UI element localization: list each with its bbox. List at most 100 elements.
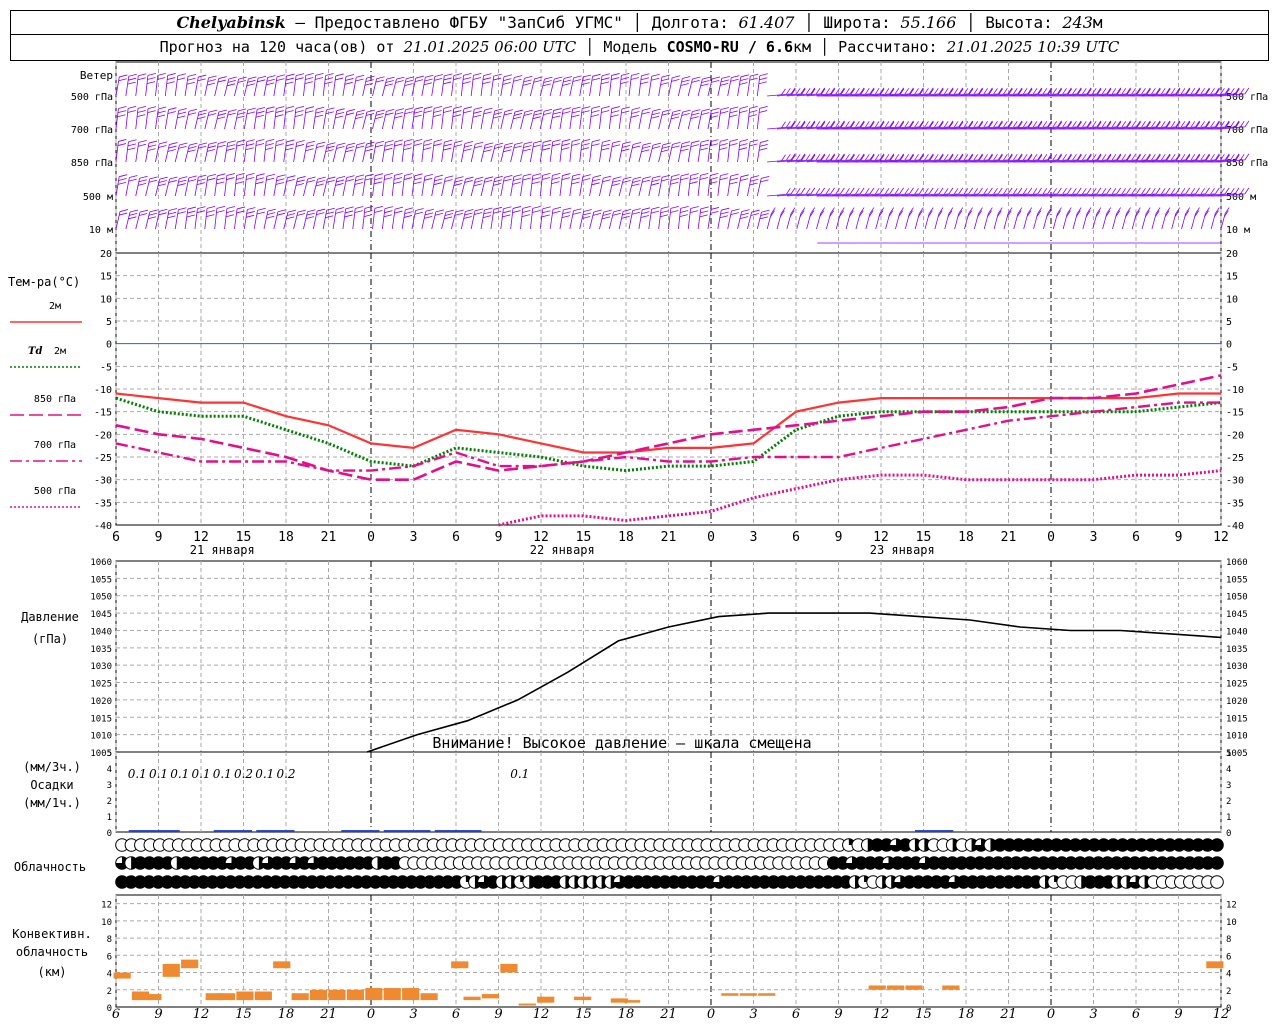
wind-barb-flag <box>729 177 739 181</box>
wind-barb-flag <box>1057 121 1063 128</box>
precip-tick-label: 1 <box>107 813 112 823</box>
temperature-tick-label-right: -10 <box>1226 385 1244 396</box>
wind-barb-flag <box>1052 88 1058 95</box>
wind-barb-flag <box>1022 188 1028 195</box>
wind-barb-flag <box>993 188 998 195</box>
wind-barb-flag <box>524 75 533 79</box>
convective-tick-label-right: 12 <box>1226 901 1237 911</box>
wind-barb-flag <box>800 121 806 128</box>
wind-barb-flag <box>532 144 542 148</box>
wind-barb-staff <box>411 141 415 163</box>
wind-barb-flag <box>149 176 158 180</box>
wind-barb-flag <box>413 181 422 185</box>
wind-barb-staff <box>441 108 445 130</box>
wind-barb-flag <box>621 72 630 76</box>
x-tick-label-bottom: 3 <box>409 1007 417 1022</box>
precip-value-label: 0.1 <box>170 767 189 781</box>
wind-barb-flag <box>554 76 563 80</box>
wind-barb-flag <box>700 206 709 210</box>
wind-barb-staff <box>480 110 485 130</box>
wind-barb-flag <box>759 110 768 113</box>
wind-barb-staff <box>352 111 358 130</box>
wind-barb-flag <box>928 120 934 128</box>
wind-barb-flag <box>601 216 611 220</box>
wind-barb-flag <box>335 183 344 186</box>
wind-barb-flag <box>1091 88 1097 95</box>
wind-barb-flag <box>147 148 156 152</box>
wind-barb-flag <box>256 110 265 114</box>
wind-barb-staff <box>737 176 742 197</box>
wind-barb-flag <box>909 153 914 161</box>
wind-barb-staff <box>648 111 654 130</box>
wind-barb-flag <box>849 87 855 95</box>
wind-barb-flag <box>513 174 522 178</box>
wind-barb-flag <box>405 207 414 211</box>
wind-barb-flag <box>413 114 422 118</box>
pressure-warning: Внимание! Высокое давление – шкала смеще… <box>432 734 811 752</box>
wind-barb-row <box>115 205 1230 244</box>
wind-barb-flag <box>740 178 749 182</box>
temperature-tick-label-right: -30 <box>1226 476 1244 487</box>
wind-barb-flag <box>1032 88 1038 95</box>
wind-barb-flag <box>1077 121 1082 128</box>
wind-barb-flag <box>544 108 553 112</box>
wind-barb-flag <box>601 110 610 113</box>
wind-barb-flag <box>1136 87 1141 95</box>
wind-barb-flag <box>434 74 443 77</box>
wind-barb-flag <box>835 88 840 95</box>
wind-barb-flag <box>394 143 403 147</box>
wind-barb-flag <box>364 148 374 152</box>
wind-barb-staff <box>717 175 721 197</box>
wind-barb-flag <box>642 179 651 183</box>
convective-tick-label-right: 10 <box>1226 918 1237 928</box>
wind-barb-flag <box>128 105 137 109</box>
wind-barb-flag <box>993 88 998 95</box>
meteogram-chart: Ветер500 гПа 500 гПа700 гПа 700 гПа850 гПа… <box>8 61 1268 1022</box>
wind-barb-staff <box>520 112 526 130</box>
wind-barb-flag <box>374 116 384 120</box>
wind-barb-flag <box>198 174 207 178</box>
wind-barb-staff <box>451 75 455 97</box>
wind-barb-staff <box>263 176 268 197</box>
wind-barb-flag <box>968 121 974 128</box>
wind-barb-flag <box>973 188 979 195</box>
wind-barb-flag <box>542 83 551 87</box>
wind-barb-flag <box>395 111 404 115</box>
temperature-title: Тем-ра(°C) <box>8 275 80 289</box>
wind-barb-flag <box>1012 188 1018 195</box>
wind-barb-staff <box>648 76 653 97</box>
wind-barb-staff <box>470 179 476 197</box>
wind-level-label: 500 м <box>83 192 113 203</box>
wind-barb-flag <box>1126 87 1131 95</box>
wind-barb-flag <box>943 88 949 95</box>
wind-barb-flag <box>968 88 974 95</box>
wind-barb-flag <box>393 177 403 180</box>
wind-barb-flag <box>256 177 265 181</box>
wind-barb-flag <box>128 77 137 81</box>
wind-barb-flag <box>404 111 413 115</box>
wind-barb-flag <box>983 188 988 195</box>
wind-barb-flag <box>217 116 226 120</box>
wind-barb-flag <box>207 177 216 181</box>
wind-barb-flag <box>672 141 681 145</box>
wind-barb-flag <box>884 188 890 195</box>
wind-barb-flag <box>473 110 482 114</box>
x-tick-label: 3 <box>1090 530 1098 545</box>
wind-barb-flag <box>720 110 729 114</box>
wind-barb-flag <box>541 214 550 218</box>
wind-barb-flag <box>1195 154 1201 161</box>
wind-barb-flag <box>552 115 561 119</box>
wind-barb-flag <box>355 145 365 149</box>
wind-barb-flag <box>840 153 845 161</box>
convective-bar <box>868 985 886 990</box>
wind-barb-flag <box>287 175 296 179</box>
wind-barb-flag <box>246 214 255 218</box>
wind-barb-flag <box>276 106 285 109</box>
wind-barb-flag <box>641 73 650 77</box>
wind-barb-staff <box>480 75 484 97</box>
wind-barb-staff <box>589 141 593 163</box>
convective-bar <box>383 988 401 1001</box>
wind-barb-staff <box>391 141 396 163</box>
wind-barb-staff <box>618 75 622 97</box>
wind-barb-flag <box>859 153 865 161</box>
